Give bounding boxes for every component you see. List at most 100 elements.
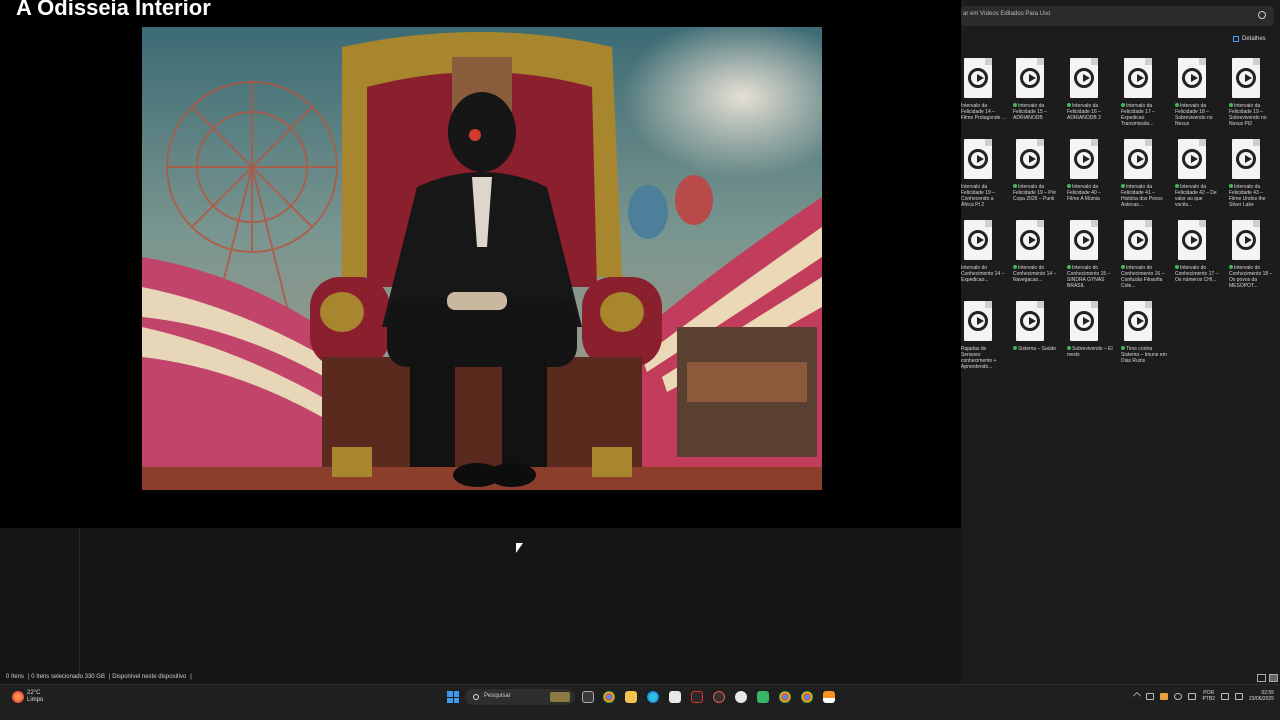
security-icon[interactable] xyxy=(1174,692,1183,700)
chrome-profile-2-icon[interactable] xyxy=(801,691,813,703)
file-name: Intervalo da Felicidade 42 – De valor ao… xyxy=(1175,184,1217,208)
file-item[interactable]: Intervalo da Felicidade 14 – Filme Prota… xyxy=(961,56,1011,134)
sync-status-icon xyxy=(1013,265,1017,269)
pane-divider[interactable] xyxy=(79,528,80,676)
mouse-cursor-icon xyxy=(516,543,523,553)
play-icon xyxy=(1020,68,1040,88)
cloud-icon[interactable] xyxy=(1146,692,1155,700)
task-view-icon[interactable] xyxy=(582,691,594,703)
file-name: Intervalo da Felicidade 18 – Sobrevivend… xyxy=(1175,103,1213,127)
video-file-icon xyxy=(964,139,992,179)
file-item[interactable]: Intervalo da Felicidade 40 – Filme A Múm… xyxy=(1067,137,1117,215)
sync-status-icon xyxy=(1229,265,1233,269)
file-label: Intervalo do Conhecimento 14 – Expedicao… xyxy=(961,265,1007,295)
video-file-icon xyxy=(964,220,992,260)
taskbar-search[interactable]: Pesquisar xyxy=(465,689,575,705)
file-item[interactable]: Intervalo da Felicidade 43 – Filme Undos… xyxy=(1229,137,1279,215)
file-name: Intervalo do Conhecimento 14 – Expedicao… xyxy=(961,265,1005,283)
play-icon xyxy=(968,311,988,331)
sync-status-icon xyxy=(1067,265,1071,269)
file-name: Intervalo da Felicidade 19 – Pré Copa 20… xyxy=(1013,184,1057,202)
file-item[interactable]: Intervalo da Felicidade 15 – ADRIANODB xyxy=(1013,56,1063,134)
volume-icon[interactable] xyxy=(1234,692,1243,700)
bluetooth-icon[interactable] xyxy=(1188,692,1197,700)
video-frame[interactable] xyxy=(142,27,822,490)
wifi-icon[interactable] xyxy=(1220,692,1229,700)
sync-status-icon xyxy=(1013,184,1017,188)
chrome-profile-icon[interactable] xyxy=(779,691,791,703)
chrome-icon[interactable] xyxy=(603,691,615,703)
system-tray: POR PTB2 02:55 23/06/2025 xyxy=(1133,690,1274,702)
language-indicator[interactable]: POR PTB2 xyxy=(1202,690,1215,702)
weather-condition: Limpo xyxy=(27,697,44,703)
play-icon xyxy=(1074,230,1094,250)
video-file-icon xyxy=(1016,58,1044,98)
vlc-icon[interactable] xyxy=(823,691,835,703)
weather-widget[interactable]: 22°C Limpo xyxy=(12,690,43,704)
file-label: Intervalo da Felicidade 17 – Expedicao T… xyxy=(1121,103,1167,133)
details-button[interactable]: Detalhes xyxy=(1233,36,1266,42)
video-file-icon xyxy=(1178,139,1206,179)
file-item[interactable]: Sistema – Saúde xyxy=(1013,299,1063,377)
file-label: Intervalo da Felicidade 18 – Sobrevivend… xyxy=(1175,103,1221,133)
file-name: Tiros contra Sistema – Imune em Dias Rui… xyxy=(1121,346,1167,364)
file-item[interactable]: Intervalo do Conhecimento 18 – Os povos … xyxy=(1229,218,1279,296)
file-item[interactable]: Intervalo da Felicidade 19 – Pré Copa 20… xyxy=(1013,137,1063,215)
file-label: Intervalo da Felicidade 19 – Sobrevivend… xyxy=(1229,103,1275,133)
file-name: Intervalo do Conhecimento 18 – Os povos … xyxy=(1229,265,1273,289)
file-item[interactable]: Intervalo da Felicidade 41 – História do… xyxy=(1121,137,1171,215)
file-item[interactable]: Intervalo da Felicidade 42 – De valor ao… xyxy=(1175,137,1225,215)
file-item[interactable]: Intervalo do Conhecimento 14 – Expedicao… xyxy=(961,218,1011,296)
clock[interactable]: 02:55 23/06/2025 xyxy=(1249,690,1274,702)
video-file-icon xyxy=(964,301,992,341)
sync-status-icon xyxy=(1175,103,1179,107)
folder-sync-icon[interactable] xyxy=(1160,692,1169,700)
spreadsheet-icon[interactable] xyxy=(757,691,769,703)
sync-status-icon xyxy=(1067,346,1071,350)
file-item[interactable]: Rajadas de Sensoes conhecimento + Aprend… xyxy=(961,299,1011,377)
file-name: Rajadas de Sensoes conhecimento + Aprend… xyxy=(961,346,997,370)
video-file-icon xyxy=(1124,220,1152,260)
details-view-icon[interactable] xyxy=(1257,674,1266,682)
edge-icon[interactable] xyxy=(647,691,659,703)
play-icon xyxy=(968,68,988,88)
gear-icon[interactable] xyxy=(713,691,725,703)
store-icon[interactable] xyxy=(669,691,681,703)
file-item[interactable]: Intervalo do Conhecimento 14 – Navegacao… xyxy=(1013,218,1063,296)
file-item[interactable]: Intervalo da Felicidade 17 – Expedicao T… xyxy=(1121,56,1171,134)
file-item[interactable]: Tiros contra Sistema – Imune em Dias Rui… xyxy=(1121,299,1171,377)
video-player[interactable]: A Odisseia Interior xyxy=(0,0,961,528)
explorer-search-input[interactable]: ar em Vídeos Editados Para Uso xyxy=(961,6,1274,26)
video-frame-artwork xyxy=(142,27,822,490)
keyboard-layout: PTB2 xyxy=(1202,696,1215,702)
large-icons-view-icon[interactable] xyxy=(1269,674,1278,682)
file-label: Sistema – Saúde xyxy=(1013,346,1059,376)
play-icon xyxy=(1236,68,1256,88)
file-item[interactable]: Intervalo do Conhecimento 15 – SINDRA GY… xyxy=(1067,218,1117,296)
video-file-icon xyxy=(964,58,992,98)
windows-start-icon[interactable] xyxy=(447,691,459,703)
sync-status-icon xyxy=(1121,103,1125,107)
obs-icon[interactable] xyxy=(735,691,747,703)
file-explorer-icon[interactable] xyxy=(625,691,637,703)
file-item[interactable]: Sobrevivendo – El medo xyxy=(1067,299,1117,377)
taskbar: 22°C Limpo Pesquisar POR PTB2 02:55 23/0… xyxy=(0,684,1280,720)
search-icon[interactable] xyxy=(1258,11,1266,19)
file-item[interactable]: Intervalo do Conhecimento 17 – Os número… xyxy=(1175,218,1225,296)
file-item[interactable]: Intervalo do Conhecimento 16 – Confusão … xyxy=(1121,218,1171,296)
file-name: Intervalo do Conhecimento 14 – Navegacao… xyxy=(1013,265,1057,283)
file-item[interactable]: Intervalo da Felicidade 16 – ADRIANODB 2 xyxy=(1067,56,1117,134)
video-file-icon xyxy=(1016,139,1044,179)
video-file-icon xyxy=(1070,220,1098,260)
adobe-icon[interactable] xyxy=(691,691,703,703)
file-item[interactable]: Intervalo da Felicidade 18 – Sobrevivend… xyxy=(1175,56,1225,134)
file-name: Intervalo do Conhecimento 17 – Os número… xyxy=(1175,265,1219,283)
file-item[interactable]: Intervalo da Felicidade 19 – Sobrevivend… xyxy=(1229,56,1279,134)
file-label: Intervalo da Felicidade 41 – História do… xyxy=(1121,184,1167,214)
video-file-icon xyxy=(1178,58,1206,98)
file-label: Intervalo da Felicidade 19 – Conhecendo … xyxy=(961,184,1007,214)
file-item[interactable]: Intervalo da Felicidade 19 – Conhecendo … xyxy=(961,137,1011,215)
chevron-up-icon[interactable] xyxy=(1133,691,1142,701)
video-file-icon xyxy=(1178,220,1206,260)
video-file-icon xyxy=(1070,139,1098,179)
